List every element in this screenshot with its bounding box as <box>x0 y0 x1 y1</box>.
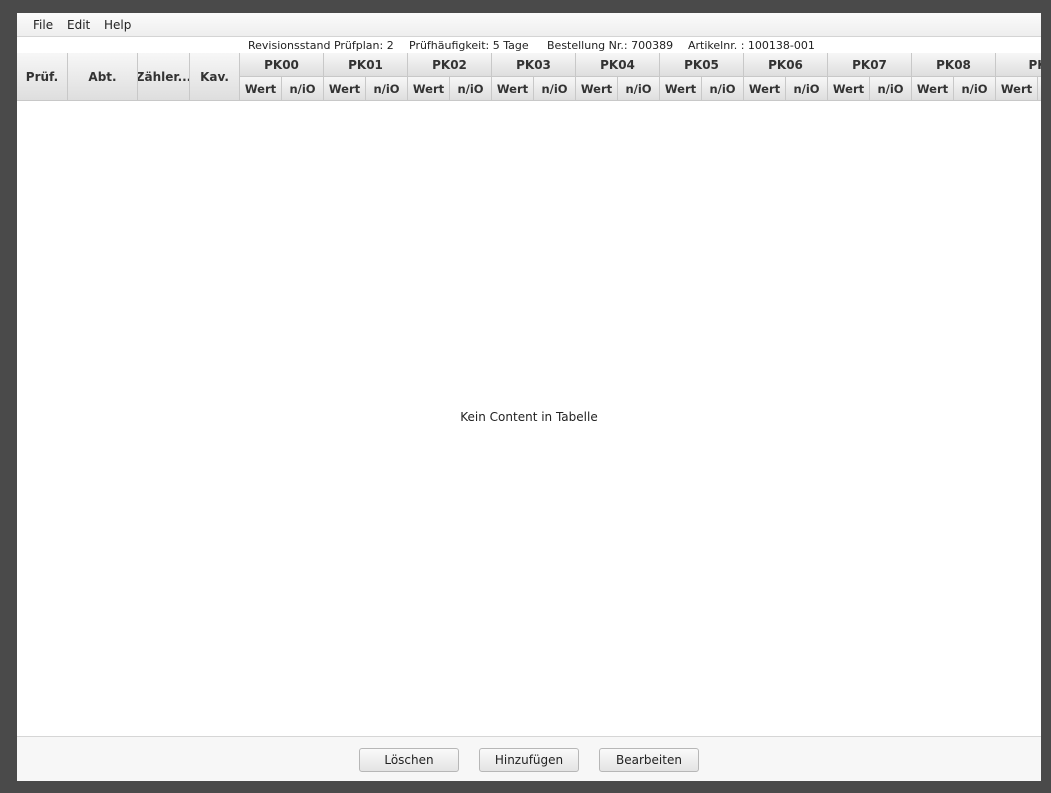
menu-file[interactable]: File <box>33 18 53 32</box>
info-bar: Revisionsstand Prüfplan: 2 Prüfhäufigkei… <box>17 38 1041 53</box>
column-header-wert[interactable]: Wert <box>324 77 366 101</box>
column-header-nio[interactable]: n/iO <box>450 77 492 101</box>
column-header-wert[interactable]: Wert <box>828 77 870 101</box>
column-header-nio[interactable]: n/iO <box>786 77 828 101</box>
column-header-wert[interactable]: Wert <box>660 77 702 101</box>
column-group-header[interactable]: PK01 <box>324 53 408 77</box>
menu-edit[interactable]: Edit <box>67 18 90 32</box>
column-header-nio[interactable]: n/iO <box>870 77 912 101</box>
menu-bar: File Edit Help <box>17 13 1041 37</box>
frequency-info: Prüfhäufigkeit: 5 Tage <box>409 39 529 52</box>
app-window: File Edit Help Revisionsstand Prüfplan: … <box>17 13 1041 781</box>
column-group-header[interactable]: PK04 <box>576 53 660 77</box>
column-header-pruef[interactable]: Prüf. <box>17 53 68 101</box>
column-header-nio[interactable]: n/iO <box>954 77 996 101</box>
empty-table-placeholder: Kein Content in Tabelle <box>460 410 598 424</box>
button-bar: Löschen Hinzufügen Bearbeiten <box>17 736 1041 781</box>
column-group-header[interactable]: PK00 <box>240 53 324 77</box>
column-header-nio[interactable]: n/iO <box>366 77 408 101</box>
column-group-header[interactable]: PK <box>996 53 1041 77</box>
column-header-wert[interactable]: Wert <box>912 77 954 101</box>
column-header-nio[interactable]: n/iO <box>618 77 660 101</box>
column-header-nio[interactable]: n/iO <box>534 77 576 101</box>
column-header-nio[interactable]: n/iO <box>702 77 744 101</box>
column-header-abt[interactable]: Abt. <box>68 53 138 101</box>
column-header-wert[interactable]: Wert <box>240 77 282 101</box>
menu-help[interactable]: Help <box>104 18 131 32</box>
order-number-info: Bestellung Nr.: 700389 <box>547 39 674 52</box>
delete-button[interactable]: Löschen <box>359 748 459 772</box>
add-button[interactable]: Hinzufügen <box>479 748 579 772</box>
column-group-header[interactable]: PK06 <box>744 53 828 77</box>
column-header-zaehler[interactable]: Zähler... <box>138 53 190 101</box>
data-table[interactable]: Prüf. Abt. Zähler... Kav. PK00 Wert n/iO PK… <box>17 53 1041 736</box>
column-header-wert[interactable]: Wert <box>408 77 450 101</box>
column-header-wert[interactable]: Wert <box>744 77 786 101</box>
revision-info: Revisionsstand Prüfplan: 2 <box>248 39 394 52</box>
column-group-header[interactable]: PK02 <box>408 53 492 77</box>
column-header-wert[interactable]: Wert <box>492 77 534 101</box>
column-group-header[interactable]: PK08 <box>912 53 996 77</box>
column-header-wert[interactable]: Wert <box>576 77 618 101</box>
edit-button[interactable]: Bearbeiten <box>599 748 699 772</box>
column-header-nio[interactable]: n/iO <box>282 77 324 101</box>
column-header-wert[interactable]: Wert <box>996 77 1038 101</box>
column-group-header[interactable]: PK03 <box>492 53 576 77</box>
column-group-header[interactable]: PK05 <box>660 53 744 77</box>
article-number-info: Artikelnr. : 100138-001 <box>688 39 815 52</box>
column-group-header[interactable]: PK07 <box>828 53 912 77</box>
column-header-kav[interactable]: Kav. <box>190 53 240 101</box>
column-header-nio[interactable]: n/iO <box>1038 77 1041 101</box>
